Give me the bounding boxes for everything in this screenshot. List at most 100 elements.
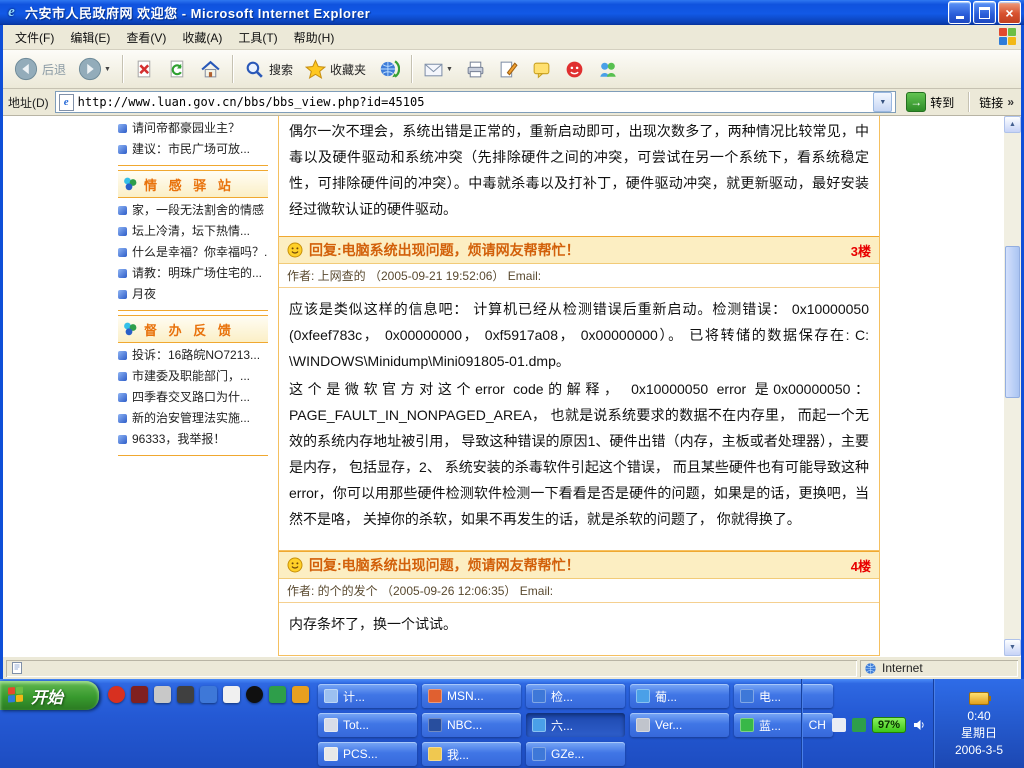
sidebar-link-label: 请教：明珠广场住宅的... bbox=[132, 263, 262, 284]
sidebar-link-label: 市建委及职能部门，... bbox=[132, 366, 250, 387]
qq-icon bbox=[564, 59, 585, 80]
app-icon bbox=[636, 718, 650, 732]
section-title: 情 感 驿 站 bbox=[144, 175, 235, 194]
task-button-active[interactable]: 六... bbox=[526, 713, 625, 737]
forum-sidebar: 请问帝都豪园业主？ 建议：市民广场可放... 情 感 驿 站 家，一段无法割舍的… bbox=[118, 116, 268, 656]
qq-button[interactable] bbox=[559, 56, 590, 83]
task-button[interactable]: 检... bbox=[526, 684, 625, 708]
back-icon bbox=[14, 57, 38, 81]
sidebar-link[interactable]: 月夜 bbox=[118, 284, 268, 305]
sidebar-link[interactable]: 新的治安管理法实施... bbox=[118, 408, 268, 429]
reply-author-line: 作者: 上网查的 （2005-09-21 19:52:06） Email: bbox=[279, 264, 879, 288]
address-input[interactable]: e http://www.luan.gov.cn/bbs/bbs_view.ph… bbox=[55, 91, 897, 113]
sidebar-link[interactable]: 家，一段无法割舍的情感 bbox=[118, 200, 268, 221]
vertical-scrollbar[interactable]: ▲ ▼ bbox=[1004, 116, 1021, 656]
bullet-icon bbox=[118, 124, 127, 133]
task-button[interactable]: 计... bbox=[318, 684, 417, 708]
menu-edit[interactable]: 编辑(E) bbox=[62, 26, 118, 49]
reply-4-header: 回复:电脑系统出现问题，烦请网友帮帮忙！ 4楼 bbox=[279, 551, 879, 579]
section-clover-icon bbox=[122, 321, 138, 337]
links-button[interactable]: 链接 » bbox=[979, 94, 1016, 111]
task-button[interactable]: Ver... bbox=[630, 713, 729, 737]
minimize-button[interactable] bbox=[948, 1, 971, 24]
battery-percent-badge[interactable]: 97% bbox=[872, 717, 906, 733]
ime-keyboard-icon[interactable] bbox=[832, 718, 846, 732]
sidebar-link[interactable]: 请问帝都豪园业主？ bbox=[118, 118, 268, 139]
realplayer-icon[interactable] bbox=[108, 686, 125, 703]
scroll-up-button[interactable]: ▲ bbox=[1004, 116, 1021, 133]
system-tray: CH 97% 0:40 星期日 2006-3-5 bbox=[801, 679, 1024, 768]
qq-penguin-icon[interactable] bbox=[246, 686, 263, 703]
links-label: 链接 bbox=[979, 94, 1003, 111]
chevron-right-icon: » bbox=[1007, 95, 1014, 109]
scrollbar-thumb[interactable] bbox=[1005, 246, 1020, 398]
mail-shortcut-icon[interactable] bbox=[292, 686, 309, 703]
task-button[interactable]: 葡... bbox=[630, 684, 729, 708]
search-button[interactable]: 搜索 bbox=[239, 56, 298, 83]
foxmail-icon[interactable] bbox=[131, 686, 148, 703]
smiley-icon bbox=[287, 242, 303, 258]
antivirus-shield-icon[interactable] bbox=[852, 718, 866, 732]
ie-icon[interactable] bbox=[200, 686, 217, 703]
go-button[interactable]: → 转到 bbox=[902, 91, 958, 113]
start-label: 开始 bbox=[31, 684, 63, 708]
sidebar-link[interactable]: 坛上冷清，坛下热情... bbox=[118, 221, 268, 242]
address-dropdown-button[interactable]: ▼ bbox=[873, 92, 892, 112]
discuss-button[interactable] bbox=[526, 56, 557, 83]
scroll-down-button[interactable]: ▼ bbox=[1004, 639, 1021, 656]
edit-button[interactable] bbox=[493, 56, 524, 83]
history-button[interactable] bbox=[373, 55, 405, 83]
task-label: Tot... bbox=[343, 718, 369, 732]
notepad-icon[interactable] bbox=[223, 686, 240, 703]
clock-panel[interactable]: 0:40 星期日 2006-3-5 bbox=[933, 679, 1024, 768]
menu-help[interactable]: 帮助(H) bbox=[286, 26, 343, 49]
toolbar-separator bbox=[232, 55, 233, 83]
print-button[interactable] bbox=[460, 56, 491, 83]
task-label: 我... bbox=[447, 746, 469, 763]
sidebar-link[interactable]: 96333，我举报！ bbox=[118, 429, 268, 450]
menu-favorites[interactable]: 收藏(A) bbox=[174, 26, 230, 49]
sidebar-link[interactable]: 市建委及职能部门，... bbox=[118, 366, 268, 387]
favorites-button[interactable]: 收藏夹 bbox=[300, 56, 371, 83]
home-button[interactable] bbox=[195, 56, 226, 83]
msn-icon[interactable] bbox=[269, 686, 286, 703]
address-url: http://www.luan.gov.cn/bbs/bbs_view.php?… bbox=[78, 95, 870, 109]
sidebar-link[interactable]: 投诉：16路皖NO7213... bbox=[118, 345, 268, 366]
volume-icon[interactable] bbox=[912, 718, 926, 732]
close-button[interactable]: × bbox=[998, 1, 1021, 24]
messenger-button[interactable] bbox=[592, 55, 624, 83]
sidebar-link[interactable]: 建议：市民广场可放... bbox=[118, 139, 268, 160]
task-button[interactable]: 我... bbox=[422, 742, 521, 766]
task-button[interactable]: NBC... bbox=[422, 713, 521, 737]
show-desktop-icon[interactable] bbox=[154, 686, 171, 703]
start-button[interactable]: 开始 bbox=[0, 681, 99, 710]
menu-tools[interactable]: 工具(T) bbox=[230, 26, 285, 49]
bullet-icon bbox=[118, 290, 127, 299]
menu-file[interactable]: 文件(F) bbox=[7, 26, 62, 49]
forum-thread: 偶尔一次不理会，系统出错是正常的，重新启动即可，出现次数多了，两种情况比较常见，… bbox=[278, 116, 880, 656]
media-player-icon[interactable] bbox=[177, 686, 194, 703]
previous-reply-text: 偶尔一次不理会，系统出错是正常的，重新启动即可，出现次数多了，两种情况比较常见，… bbox=[279, 116, 879, 236]
task-button[interactable]: GZe... bbox=[526, 742, 625, 766]
reply-body: 内存条坏了，换一个试试。 bbox=[279, 603, 879, 656]
sidebar-link[interactable]: 请教：明珠广场住宅的... bbox=[118, 263, 268, 284]
task-button[interactable]: PCS... bbox=[318, 742, 417, 766]
reply-paragraph: 内存条坏了，换一个试试。 bbox=[289, 611, 869, 637]
task-label: 六... bbox=[551, 717, 573, 734]
language-indicator[interactable]: CH bbox=[809, 718, 826, 732]
refresh-button[interactable] bbox=[162, 56, 193, 83]
back-button[interactable]: 后退 bbox=[9, 54, 71, 84]
mail-button[interactable]: ▼ bbox=[418, 56, 458, 83]
stop-button[interactable] bbox=[129, 56, 160, 83]
task-label: 电... bbox=[759, 688, 781, 705]
sidebar-link[interactable]: 什么是幸福？你幸福吗？... bbox=[118, 242, 268, 263]
maximize-button[interactable] bbox=[973, 1, 996, 24]
sidebar-link[interactable]: 四季春交叉路口为什... bbox=[118, 387, 268, 408]
task-button[interactable]: MSN... bbox=[422, 684, 521, 708]
discuss-icon bbox=[531, 59, 552, 80]
sidebar-link-label: 投诉：16路皖NO7213... bbox=[132, 345, 260, 366]
forward-button[interactable]: ▼ bbox=[73, 54, 116, 84]
security-zone-cell: Internet bbox=[860, 660, 1018, 677]
menu-view[interactable]: 查看(V) bbox=[118, 26, 174, 49]
task-button[interactable]: Tot... bbox=[318, 713, 417, 737]
